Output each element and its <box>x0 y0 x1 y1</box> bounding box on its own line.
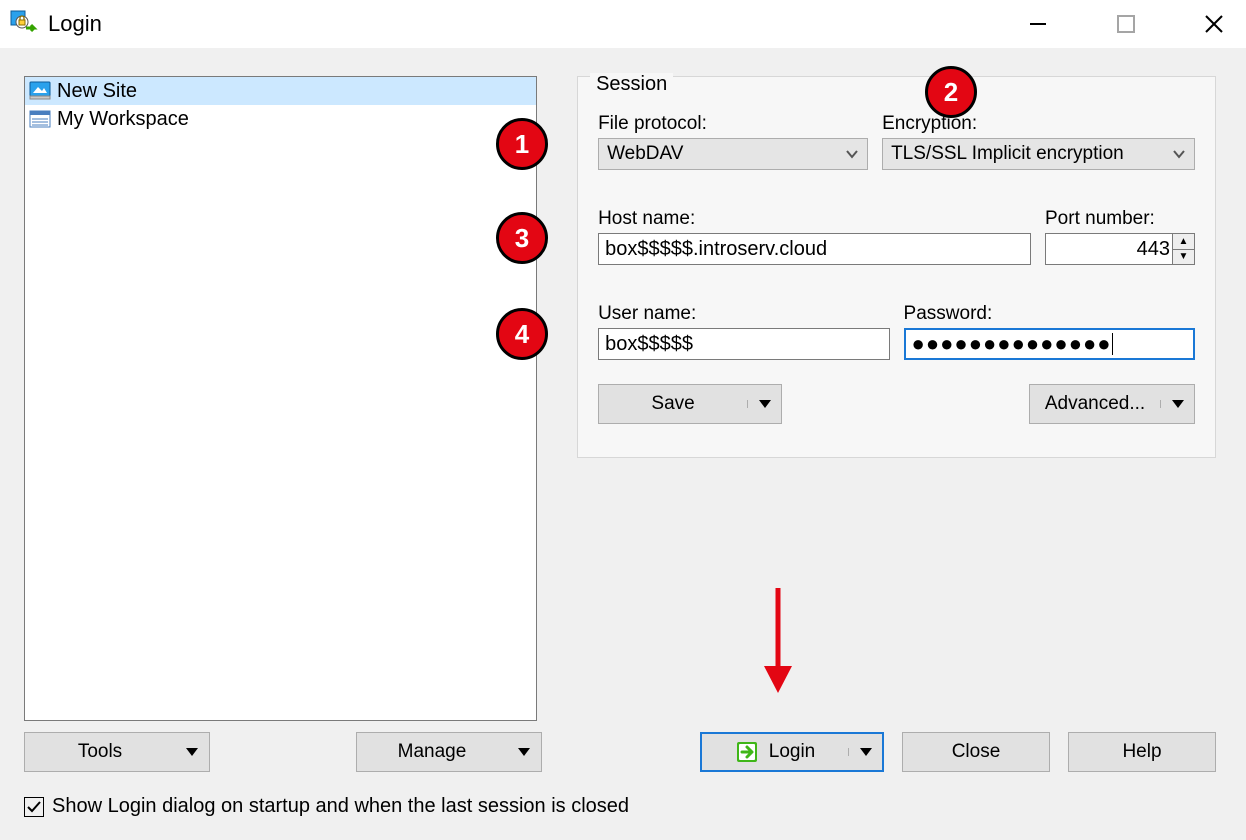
save-button[interactable]: Save <box>598 384 782 424</box>
login-button-label: Login <box>769 741 816 763</box>
help-button-label: Help <box>1122 741 1161 763</box>
port-spinner[interactable]: ▲ ▼ <box>1172 234 1194 264</box>
spin-down-icon[interactable]: ▼ <box>1173 250 1194 265</box>
chevron-down-icon <box>1172 149 1186 159</box>
save-button-label: Save <box>599 393 747 415</box>
close-window-button[interactable] <box>1194 4 1234 44</box>
password-input[interactable]: ●●●●●●●●●●●●●● <box>904 328 1195 360</box>
session-panel: Session File protocol: WebDAV Encryption… <box>577 76 1216 458</box>
login-button[interactable]: Login <box>700 732 884 772</box>
workspace-icon <box>29 108 51 130</box>
callout-4: 4 <box>496 308 548 360</box>
chevron-down-icon[interactable] <box>175 748 209 756</box>
close-button-label: Close <box>952 741 1001 763</box>
callout-3: 3 <box>496 212 548 264</box>
maximize-button[interactable] <box>1106 4 1146 44</box>
advanced-button-label: Advanced... <box>1030 393 1160 415</box>
chevron-down-icon[interactable] <box>848 748 882 756</box>
monitor-icon <box>29 80 51 102</box>
chevron-down-icon[interactable] <box>1160 400 1194 408</box>
site-item-my-workspace[interactable]: My Workspace <box>25 105 536 133</box>
callout-1: 1 <box>496 118 548 170</box>
show-login-dialog-label: Show Login dialog on startup and when th… <box>52 795 629 818</box>
callout-2: 2 <box>925 66 977 118</box>
close-button[interactable]: Close <box>902 732 1050 772</box>
encryption-select[interactable]: TLS/SSL Implicit encryption <box>882 138 1195 170</box>
file-protocol-value: WebDAV <box>607 143 683 165</box>
show-login-dialog-checkbox[interactable] <box>24 797 44 817</box>
site-item-new-site[interactable]: New Site <box>25 77 536 105</box>
user-name-label: User name: <box>598 303 889 325</box>
user-name-value: box$$$$$ <box>605 333 693 356</box>
encryption-label: Encryption: <box>882 113 1195 135</box>
password-value: ●●●●●●●●●●●●●● <box>912 333 1112 355</box>
window-title: Login <box>48 11 102 37</box>
encryption-value: TLS/SSL Implicit encryption <box>891 143 1124 165</box>
arrow-annotation <box>758 588 798 703</box>
help-button[interactable]: Help <box>1068 732 1216 772</box>
minimize-button[interactable] <box>1018 4 1058 44</box>
manage-button-label: Manage <box>357 741 507 763</box>
site-item-label: New Site <box>57 80 137 103</box>
content-area: 1 2 3 4 New Site <box>0 48 1246 840</box>
host-name-label: Host name: <box>598 208 1031 230</box>
file-protocol-label: File protocol: <box>598 113 868 135</box>
check-icon <box>26 799 42 815</box>
port-number-label: Port number: <box>1045 208 1195 230</box>
titlebar: Login <box>0 0 1246 48</box>
tools-button[interactable]: Tools <box>24 732 210 772</box>
chevron-down-icon <box>845 149 859 159</box>
port-number-value: 443 <box>1052 238 1170 261</box>
chevron-down-icon[interactable] <box>747 400 781 408</box>
manage-button[interactable]: Manage <box>356 732 542 772</box>
spin-up-icon[interactable]: ▲ <box>1173 234 1194 250</box>
site-item-label: My Workspace <box>57 108 189 131</box>
advanced-button[interactable]: Advanced... <box>1029 384 1195 424</box>
port-number-input[interactable]: 443 ▲ ▼ <box>1045 233 1195 265</box>
file-protocol-select[interactable]: WebDAV <box>598 138 868 170</box>
tools-button-label: Tools <box>25 741 175 763</box>
text-cursor <box>1112 333 1113 355</box>
host-name-value: box$$$$$.introserv.cloud <box>605 238 827 261</box>
password-label: Password: <box>904 303 1195 325</box>
app-icon <box>10 10 38 38</box>
site-list[interactable]: New Site My Workspace <box>24 76 537 721</box>
login-icon <box>735 740 759 764</box>
session-group-label: Session <box>590 73 673 96</box>
chevron-down-icon[interactable] <box>507 748 541 756</box>
host-name-input[interactable]: box$$$$$.introserv.cloud <box>598 233 1031 265</box>
user-name-input[interactable]: box$$$$$ <box>598 328 889 360</box>
